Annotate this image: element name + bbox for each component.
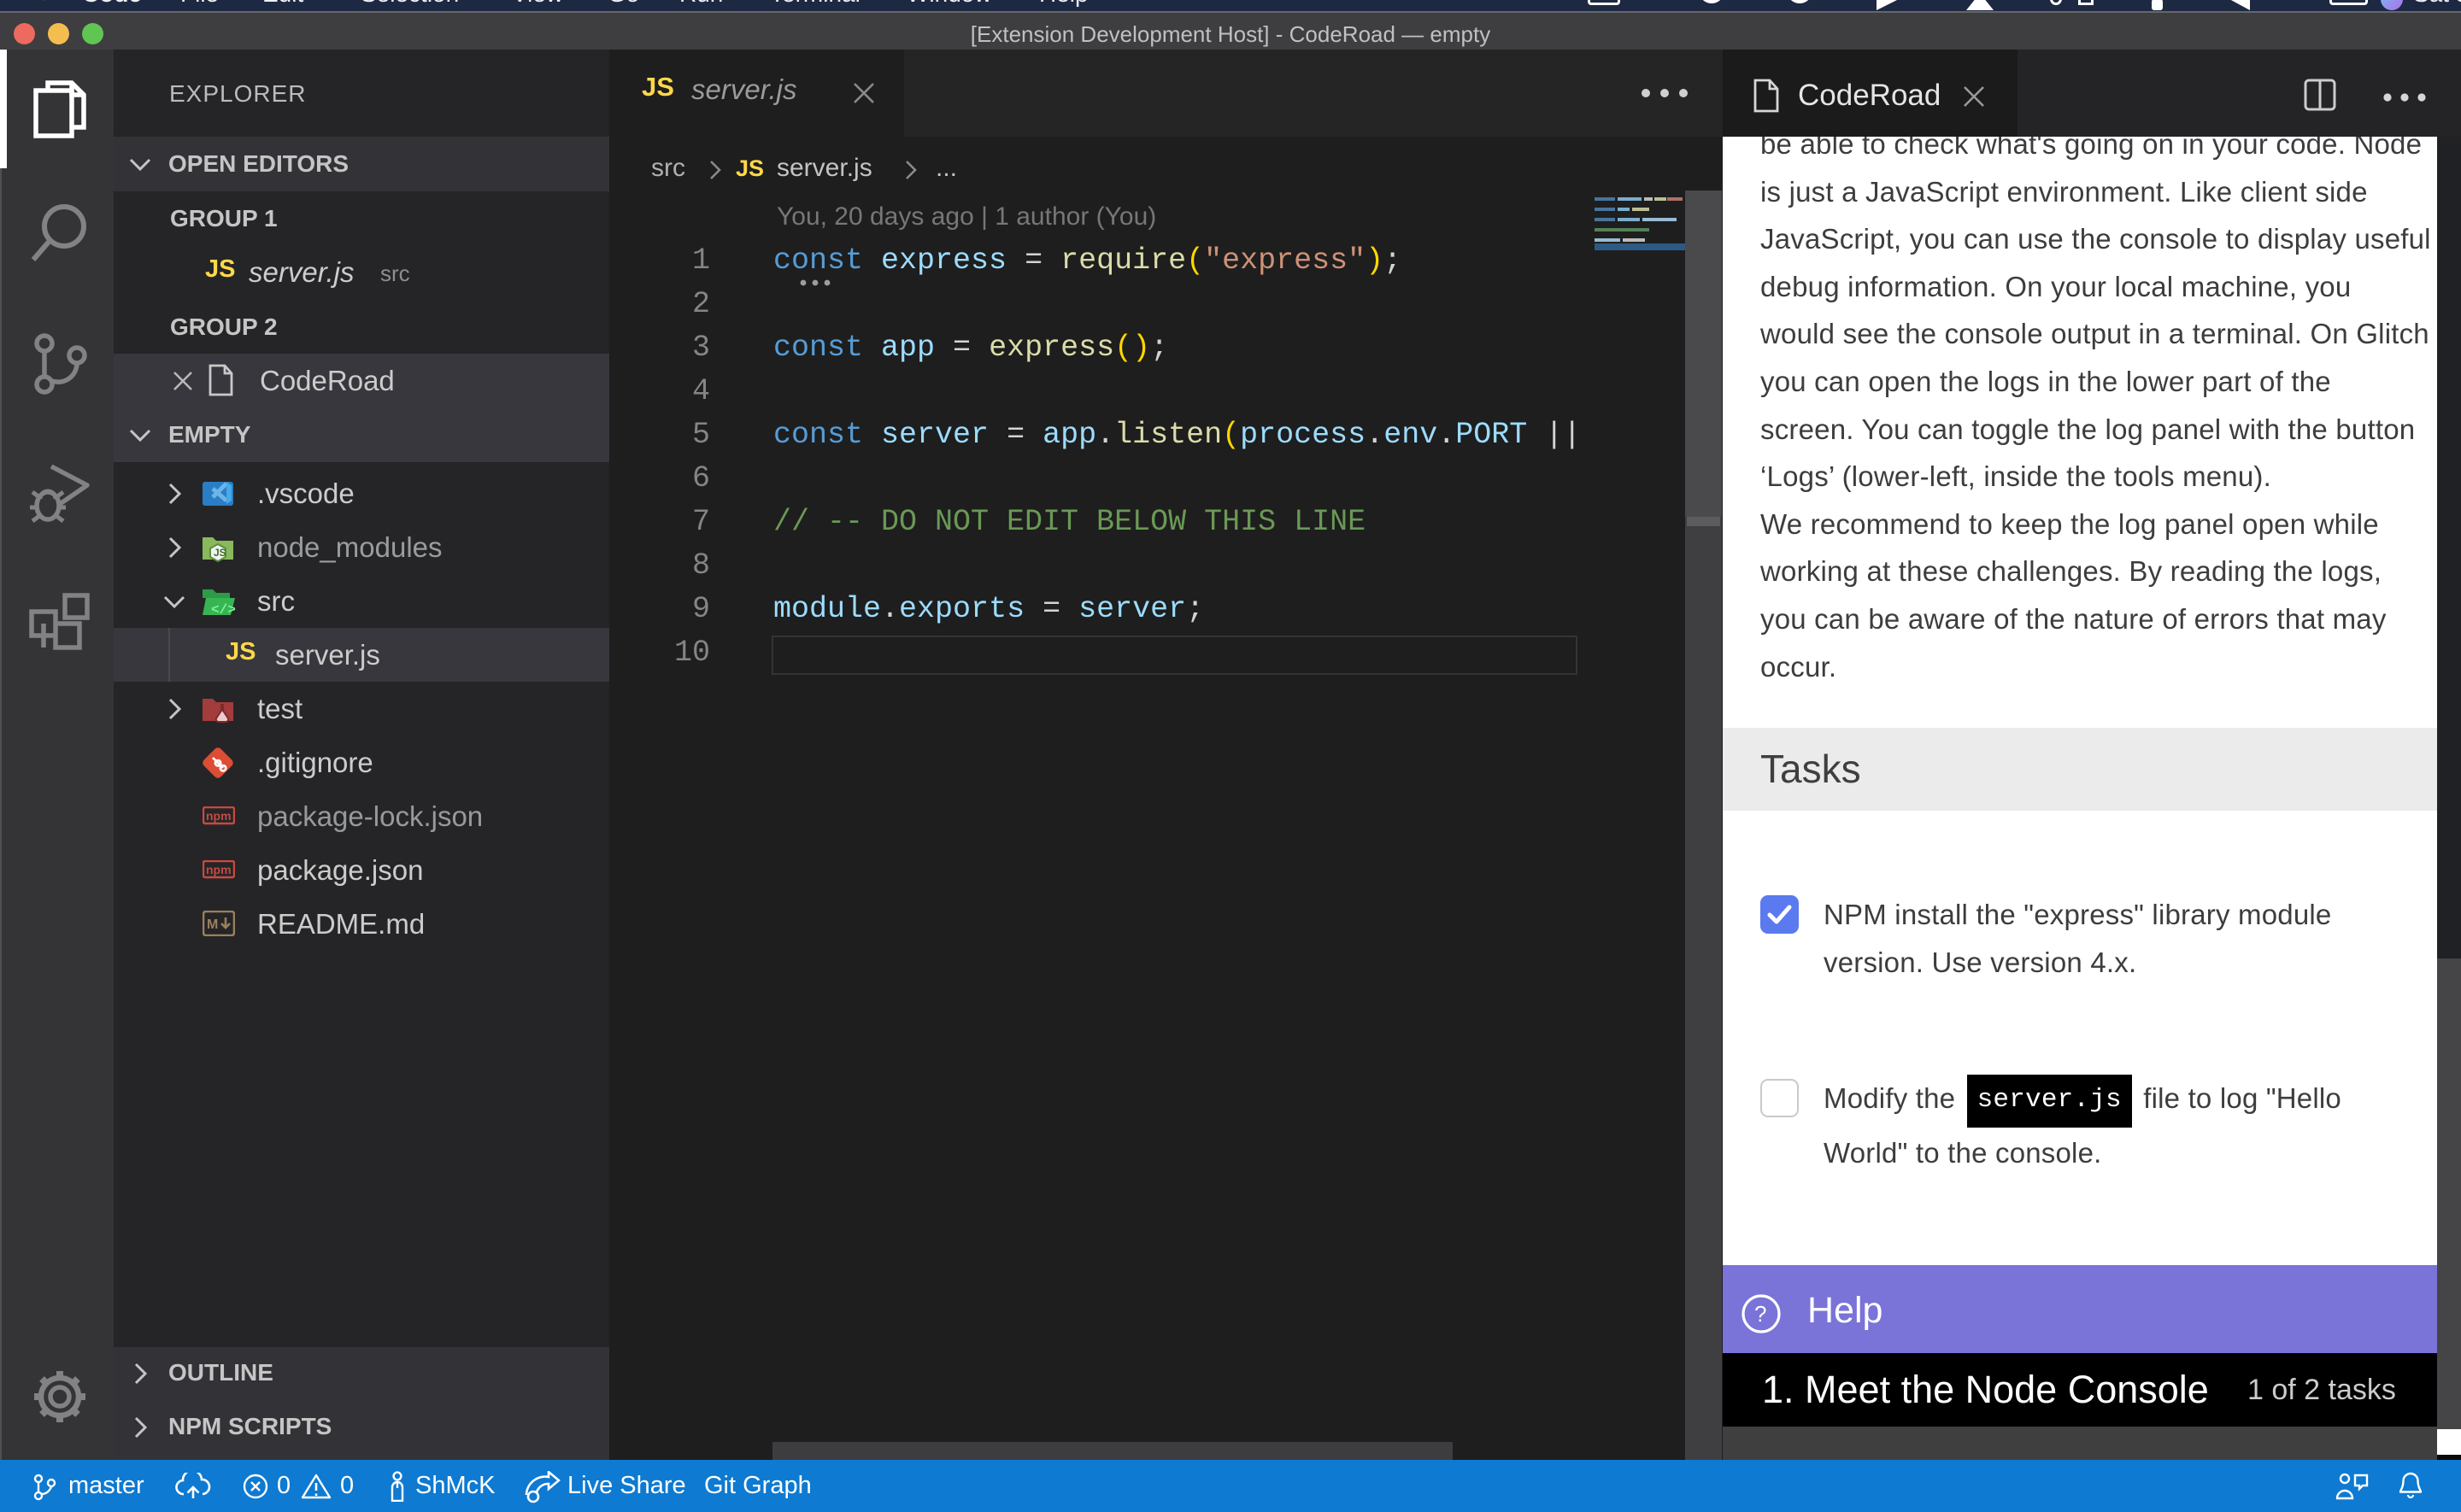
svg-text:</>: </> (211, 602, 236, 618)
svg-text:npm: npm (206, 809, 232, 823)
svg-text:M: M (207, 917, 218, 932)
svg-text:JS: JS (214, 547, 226, 559)
svg-text:?: ? (1754, 1301, 1766, 1327)
svg-text:npm: npm (206, 863, 232, 876)
